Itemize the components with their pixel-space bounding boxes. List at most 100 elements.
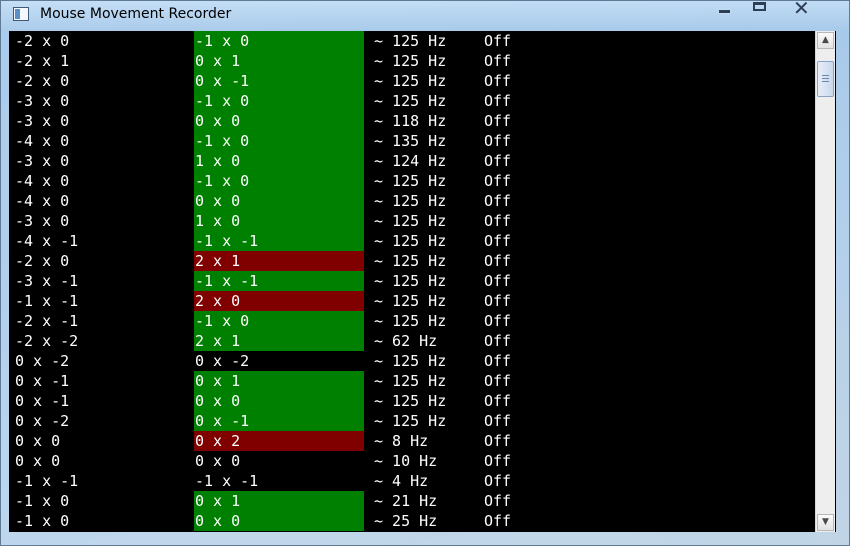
scroll-down-arrow-icon[interactable]: ▼ xyxy=(817,514,834,531)
list-item: -3 x 0 1 x 0 ~ 124 Hz Off xyxy=(9,151,811,171)
scroll-up-arrow-icon[interactable]: ▲ xyxy=(817,32,834,49)
app-window-icon[interactable] xyxy=(13,7,29,21)
raw-movement: -1 x -1 xyxy=(15,472,79,490)
polling-rate: ~ 4 Hz xyxy=(374,472,429,490)
polling-rate: ~ 135 Hz xyxy=(374,132,447,150)
raw-movement: -3 x 0 xyxy=(15,212,70,230)
filtered-movement: -1 x 0 xyxy=(194,131,364,151)
state-value: Off xyxy=(484,452,512,470)
raw-movement: -3 x -1 xyxy=(15,272,79,290)
state-value: Off xyxy=(484,232,512,250)
state-value: Off xyxy=(484,472,512,490)
polling-rate: ~ 10 Hz xyxy=(374,452,438,470)
list-item: -3 x 0 -1 x 0 ~ 125 Hz Off xyxy=(9,91,811,111)
polling-rate: ~ 125 Hz xyxy=(374,52,447,70)
polling-rate: ~ 125 Hz xyxy=(374,212,447,230)
polling-rate: ~ 125 Hz xyxy=(374,32,447,50)
state-value: Off xyxy=(484,412,512,430)
polling-rate: ~ 125 Hz xyxy=(374,292,447,310)
polling-rate: ~ 124 Hz xyxy=(374,152,447,170)
close-button[interactable]: ✕ xyxy=(781,0,827,21)
filtered-movement: 0 x 0 xyxy=(194,511,364,531)
list-item: -2 x 0 -1 x 0 ~ 125 Hz Off xyxy=(9,31,811,51)
raw-movement: -3 x 0 xyxy=(15,112,70,130)
maximize-icon xyxy=(753,2,766,11)
list-item: -1 x 0 0 x 1 ~ 21 Hz Off xyxy=(9,491,811,511)
raw-movement: 0 x -2 xyxy=(15,412,70,430)
filtered-movement: -1 x 0 xyxy=(194,311,364,331)
filtered-movement: 0 x -2 xyxy=(195,352,250,370)
list-item: -4 x 0 0 x 0 ~ 125 Hz Off xyxy=(9,191,811,211)
list-item: 0 x 0 0 x 2 ~ 8 Hz Off xyxy=(9,431,811,451)
polling-rate: ~ 25 Hz xyxy=(374,512,438,530)
filtered-movement: 0 x 0 xyxy=(194,111,364,131)
maximize-button[interactable] xyxy=(742,1,776,21)
state-value: Off xyxy=(484,392,512,410)
filtered-movement: -1 x -1 xyxy=(194,271,364,291)
state-value: Off xyxy=(484,352,512,370)
raw-movement: -4 x -1 xyxy=(15,232,79,250)
filtered-movement: 0 x 0 xyxy=(194,191,364,211)
state-value: Off xyxy=(484,492,512,510)
list-item: -1 x -1 -1 x -1 ~ 4 Hz Off xyxy=(9,471,811,491)
raw-movement: -2 x 1 xyxy=(15,52,70,70)
polling-rate: ~ 125 Hz xyxy=(374,392,447,410)
filtered-movement: 0 x 0 xyxy=(194,391,364,411)
list-item: 0 x -1 0 x 0 ~ 125 Hz Off xyxy=(9,391,811,411)
state-value: Off xyxy=(484,252,512,270)
window-title: Mouse Movement Recorder xyxy=(40,6,232,22)
polling-rate: ~ 125 Hz xyxy=(374,72,447,90)
polling-rate: ~ 125 Hz xyxy=(374,312,447,330)
state-value: Off xyxy=(484,92,512,110)
list-item: -4 x 0 -1 x 0 ~ 135 Hz Off xyxy=(9,131,811,151)
state-value: Off xyxy=(484,212,512,230)
minimize-button[interactable] xyxy=(707,1,741,21)
polling-rate: ~ 125 Hz xyxy=(374,92,447,110)
raw-movement: -2 x 0 xyxy=(15,32,70,50)
polling-rate: ~ 125 Hz xyxy=(374,412,447,430)
polling-rate: ~ 21 Hz xyxy=(374,492,438,510)
list-item: -1 x 0 0 x 0 ~ 25 Hz Off xyxy=(9,511,811,531)
title-bar[interactable]: Mouse Movement Recorder ✕ xyxy=(1,0,849,29)
filtered-movement: 2 x 1 xyxy=(194,331,364,351)
filtered-movement: -1 x 0 xyxy=(194,171,364,191)
filtered-movement: 0 x 1 xyxy=(194,51,364,71)
list-item: 0 x -1 0 x 1 ~ 125 Hz Off xyxy=(9,371,811,391)
raw-movement: -2 x 0 xyxy=(15,252,70,270)
filtered-movement: -1 x 0 xyxy=(194,31,364,51)
polling-rate: ~ 62 Hz xyxy=(374,332,438,350)
filtered-movement: 0 x 0 xyxy=(195,452,241,470)
list-item: -2 x -1 -1 x 0 ~ 125 Hz Off xyxy=(9,311,811,331)
list-item: -1 x -1 2 x 0 ~ 125 Hz Off xyxy=(9,291,811,311)
state-value: Off xyxy=(484,512,512,530)
polling-rate: ~ 125 Hz xyxy=(374,232,447,250)
movement-list: -2 x 0 -1 x 0 ~ 125 Hz Off -2 x 1 0 x 1 ~ 125 … xyxy=(9,31,811,531)
list-item: -2 x 1 0 x 1 ~ 125 Hz Off xyxy=(9,51,811,71)
raw-movement: -2 x 0 xyxy=(15,72,70,90)
state-value: Off xyxy=(484,312,512,330)
list-item: -2 x -2 2 x 1 ~ 62 Hz Off xyxy=(9,331,811,351)
filtered-movement: 2 x 0 xyxy=(194,291,364,311)
close-icon: ✕ xyxy=(793,0,810,20)
raw-movement: -2 x -2 xyxy=(15,332,79,350)
raw-movement: -4 x 0 xyxy=(15,192,70,210)
raw-movement: 0 x -1 xyxy=(15,392,70,410)
vertical-scrollbar[interactable]: ▲ ▼ xyxy=(815,31,835,532)
filtered-movement: 0 x -1 xyxy=(194,71,364,91)
state-value: Off xyxy=(484,332,512,350)
polling-rate: ~ 125 Hz xyxy=(374,192,447,210)
polling-rate: ~ 125 Hz xyxy=(374,352,447,370)
filtered-movement: -1 x -1 xyxy=(195,472,259,490)
state-value: Off xyxy=(484,112,512,130)
raw-movement: -1 x -1 xyxy=(15,292,79,310)
raw-movement: 0 x -1 xyxy=(15,372,70,390)
state-value: Off xyxy=(484,372,512,390)
polling-rate: ~ 118 Hz xyxy=(374,112,447,130)
polling-rate: ~ 8 Hz xyxy=(374,432,429,450)
scrollbar-thumb[interactable] xyxy=(817,61,834,97)
filtered-movement: 0 x 2 xyxy=(194,431,364,451)
raw-movement: -3 x 0 xyxy=(15,92,70,110)
raw-movement: -1 x 0 xyxy=(15,512,70,530)
list-item: -2 x 0 0 x -1 ~ 125 Hz Off xyxy=(9,71,811,91)
list-item: 0 x -2 0 x -1 ~ 125 Hz Off xyxy=(9,411,811,431)
